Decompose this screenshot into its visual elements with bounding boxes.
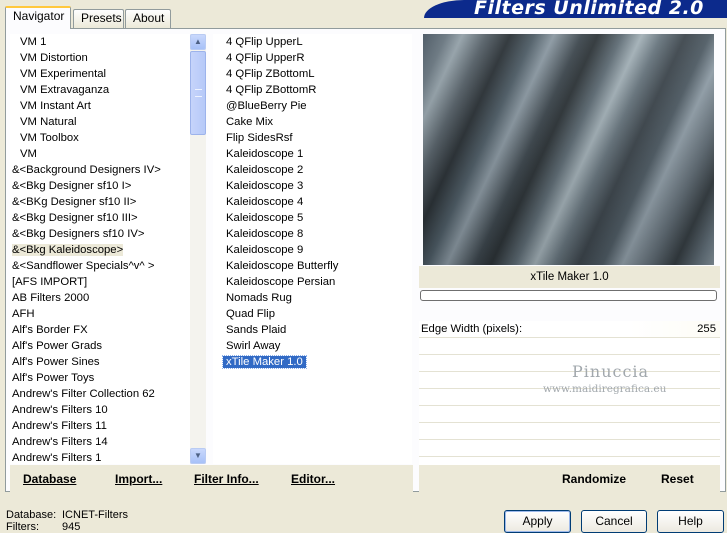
progress-bar <box>420 290 717 301</box>
category-item[interactable]: &<Bkg Designer sf10 III> <box>10 210 190 226</box>
category-item[interactable]: Andrew's Filter Collection 62 <box>10 386 190 402</box>
category-item[interactable]: VM Extravaganza <box>10 82 190 98</box>
category-item[interactable]: Alf's Power Sines <box>10 354 190 370</box>
cancel-button[interactable]: Cancel <box>581 510 647 533</box>
category-item[interactable]: Andrew's Filters 1 <box>10 450 190 464</box>
category-item[interactable]: AB Filters 2000 <box>10 290 190 306</box>
category-item[interactable]: &<Bkg Designers sf10 IV> <box>10 226 190 242</box>
help-button[interactable]: Help <box>657 510 724 533</box>
filter-item[interactable]: Kaleidoscope 1 <box>213 146 412 162</box>
param-row-empty <box>419 406 720 423</box>
category-list[interactable]: VM 1 VM Distortion VM Experimental VM Extra… <box>10 34 190 464</box>
category-item[interactable]: VM <box>10 146 190 162</box>
category-item[interactable]: Alf's Power Toys <box>10 370 190 386</box>
apply-button[interactable]: Apply <box>504 510 571 533</box>
watermark-url: www.maidiregrafica.eu <box>543 383 667 395</box>
reset-button[interactable]: Reset <box>661 472 694 486</box>
param-row-empty <box>419 338 720 355</box>
category-item[interactable]: &<Background Designers IV> <box>10 162 190 178</box>
category-item[interactable]: AFH <box>10 306 190 322</box>
filter-item[interactable]: Quad Flip <box>213 306 412 322</box>
filter-item[interactable]: Kaleidoscope Butterfly <box>213 258 412 274</box>
param-row-empty <box>419 355 720 372</box>
filter-item[interactable]: Nomads Rug <box>213 290 412 306</box>
filter-item[interactable]: 4 QFlip UpperR <box>213 50 412 66</box>
filter-item[interactable]: Swirl Away <box>213 338 412 354</box>
database-button[interactable]: Database <box>23 472 76 486</box>
category-item[interactable]: &<Bkg Kaleidoscope> <box>10 242 190 258</box>
category-item[interactable]: VM Instant Art <box>10 98 190 114</box>
filter-item[interactable]: Kaleidoscope Persian <box>213 274 412 290</box>
filter-item[interactable]: Kaleidoscope 5 <box>213 210 412 226</box>
category-item[interactable]: Andrew's Filters 10 <box>10 402 190 418</box>
filter-item[interactable]: Kaleidoscope 3 <box>213 178 412 194</box>
import-button[interactable]: Import... <box>115 472 162 486</box>
filter-list[interactable]: 4 QFlip UpperL 4 QFlip UpperR 4 QFlip ZBot… <box>213 34 412 464</box>
filter-item[interactable]: Kaleidoscope 2 <box>213 162 412 178</box>
filter-item[interactable]: Kaleidoscope 4 <box>213 194 412 210</box>
status-database: Database: ICNET-Filters <box>6 509 128 521</box>
filter-item[interactable]: Kaleidoscope 9 <box>213 242 412 258</box>
left-action-bar: Database Import... Filter Info... Editor… <box>10 465 413 492</box>
category-item[interactable]: Alf's Border FX <box>10 322 190 338</box>
category-item[interactable]: &<BKg Designer sf10 II> <box>10 194 190 210</box>
filter-item[interactable]: 4 QFlip UpperL <box>213 34 412 50</box>
param-value: 255 <box>697 323 716 335</box>
scroll-down-icon[interactable]: ▼ <box>190 448 206 464</box>
filter-item[interactable]: xTile Maker 1.0 <box>213 354 412 370</box>
filter-item[interactable]: Sands Plaid <box>213 322 412 338</box>
tab-about[interactable]: About <box>125 9 171 28</box>
randomize-button[interactable]: Randomize <box>562 472 626 486</box>
category-item[interactable]: [AFS IMPORT] <box>10 274 190 290</box>
param-row-empty <box>419 423 720 440</box>
category-item[interactable]: VM Experimental <box>10 66 190 82</box>
filter-info-button[interactable]: Filter Info... <box>194 472 259 486</box>
scroll-up-icon[interactable]: ▲ <box>190 34 206 50</box>
filter-item[interactable]: 4 QFlip ZBottomL <box>213 66 412 82</box>
right-action-bar: Randomize Reset <box>419 465 720 492</box>
filter-item[interactable]: Flip SidesRsf <box>213 130 412 146</box>
category-item[interactable]: Alf's Power Grads <box>10 338 190 354</box>
tab-presets[interactable]: Presets <box>73 9 124 28</box>
app-banner: Filters Unlimited 2.0 <box>424 0 727 18</box>
preview-image <box>423 34 714 265</box>
category-item[interactable]: Andrew's Filters 11 <box>10 418 190 434</box>
category-item[interactable]: VM Distortion <box>10 50 190 66</box>
editor-button[interactable]: Editor... <box>291 472 335 486</box>
param-label: Edge Width (pixels): <box>421 323 523 335</box>
param-edge-width[interactable]: Edge Width (pixels): 255 <box>419 321 720 338</box>
filter-item[interactable]: 4 QFlip ZBottomR <box>213 82 412 98</box>
category-item[interactable]: VM 1 <box>10 34 190 50</box>
watermark-name: Pinuccia <box>572 362 650 381</box>
category-item[interactable]: &<Sandflower Specials^v^ > <box>10 258 190 274</box>
param-row-empty <box>419 440 720 457</box>
category-item[interactable]: Andrew's Filters 14 <box>10 434 190 450</box>
category-item[interactable]: VM Toolbox <box>10 130 190 146</box>
status-filters: Filters: 945 <box>6 521 81 533</box>
tab-navigator[interactable]: Navigator <box>5 6 71 29</box>
filter-title: xTile Maker 1.0 <box>419 266 720 288</box>
category-scrollbar[interactable]: ▲ ▼ <box>190 34 206 464</box>
filter-item[interactable]: Cake Mix <box>213 114 412 130</box>
filter-item[interactable]: Kaleidoscope 8 <box>213 226 412 242</box>
category-item[interactable]: &<Bkg Designer sf10 I> <box>10 178 190 194</box>
filter-item[interactable]: @BlueBerry Pie <box>213 98 412 114</box>
scroll-thumb[interactable] <box>190 51 206 135</box>
category-item[interactable]: VM Natural <box>10 114 190 130</box>
